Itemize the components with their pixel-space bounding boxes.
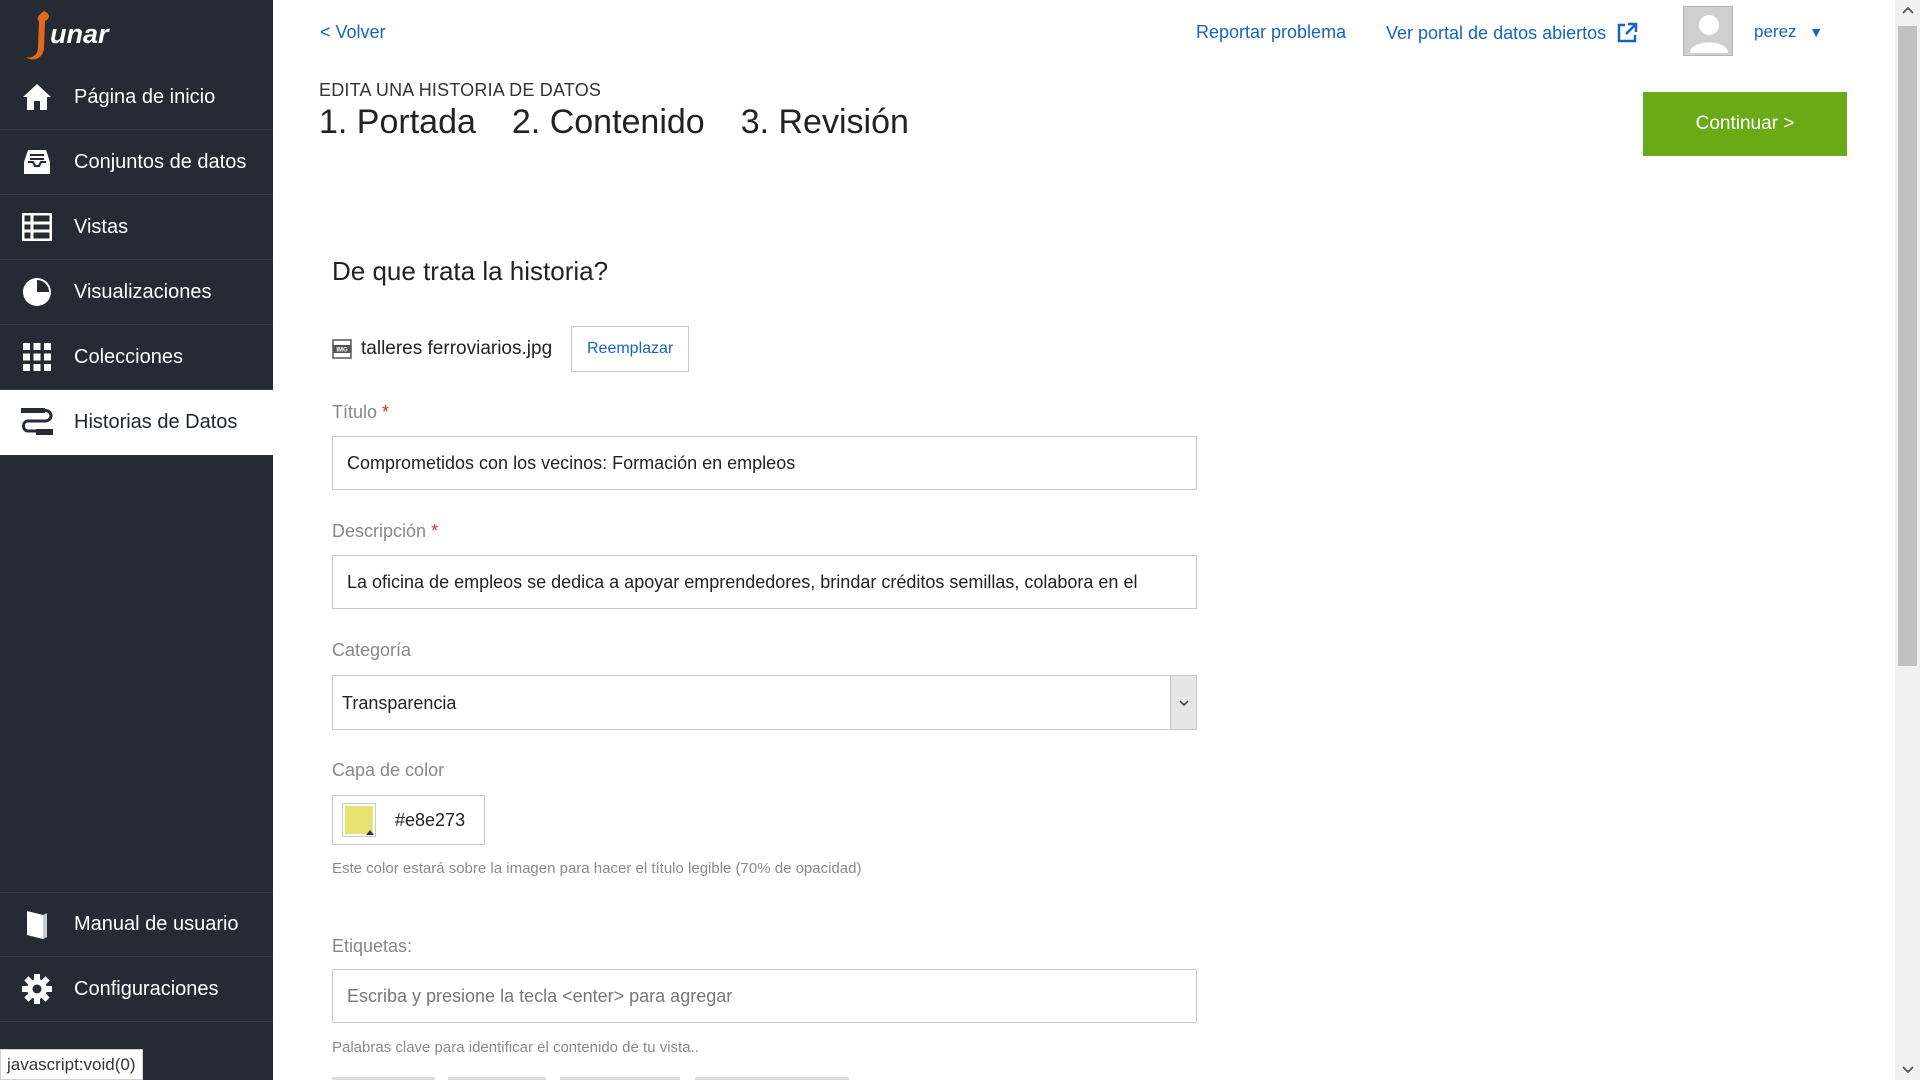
pie-chart-icon: [20, 275, 54, 309]
sidebar-item-visualizaciones[interactable]: Visualizaciones: [0, 260, 273, 325]
open-data-portal-link[interactable]: Ver portal de datos abiertos: [1386, 22, 1638, 44]
sidebar-item-label: Visualizaciones: [74, 280, 212, 303]
home-icon: [20, 80, 54, 114]
user-menu[interactable]: perez ▼: [1754, 22, 1823, 42]
table-icon: [20, 210, 54, 244]
avatar[interactable]: [1683, 6, 1733, 56]
svg-text:IMG: IMG: [336, 348, 348, 354]
scroll-up-icon[interactable]: [1895, 0, 1920, 20]
sidebar-item-vistas[interactable]: Vistas: [0, 195, 273, 260]
color-help-text: Este color estará sobre la imagen para h…: [332, 860, 862, 877]
status-bar-url: javascript:void(0): [0, 1049, 143, 1080]
continue-button[interactable]: Continuar >: [1643, 92, 1847, 156]
sidebar-item-label: Historias de Datos: [74, 410, 238, 433]
step-portada[interactable]: 1. Portada: [319, 103, 476, 142]
sidebar-bottom: Manual de usuario Configuraciones: [0, 892, 273, 1022]
description-label: Descripción *: [332, 521, 438, 542]
description-input-value: La oficina de empleos se dedica a apoyar…: [347, 571, 1138, 592]
replace-image-button[interactable]: Reemplazar: [571, 326, 690, 372]
title-input[interactable]: Comprometidos con los vecinos: Formación…: [332, 436, 1197, 490]
wizard-steps: 1. Portada 2. Contenido 3. Revisión: [319, 103, 909, 142]
color-swatch[interactable]: [342, 803, 376, 837]
color-hex-value: #e8e273: [395, 809, 466, 830]
sidebar-item-label: Manual de usuario: [74, 913, 239, 935]
title-label-text: Título: [332, 402, 378, 422]
sidebar-item-conjuntos[interactable]: Conjuntos de datos: [0, 130, 273, 195]
color-picker[interactable]: #e8e273: [332, 795, 485, 845]
title-input-value: Comprometidos con los vecinos: Formación…: [347, 452, 796, 473]
open-data-portal-label: Ver portal de datos abiertos: [1386, 22, 1607, 43]
sidebar-item-label: Conjuntos de datos: [74, 150, 247, 173]
tags-label: Etiquetas:: [332, 936, 413, 956]
grid-icon: [20, 340, 54, 374]
report-problem-link[interactable]: Reportar problema: [1196, 22, 1346, 43]
username: perez: [1754, 22, 1797, 41]
sidebar-item-label: Vistas: [74, 215, 129, 238]
scroll-down-icon[interactable]: [1895, 1060, 1920, 1080]
book-icon: [20, 908, 54, 942]
tags-input[interactable]: Escriba y presione la tecla <enter> para…: [332, 969, 1197, 1023]
tags-input-placeholder: Escriba y presione la tecla <enter> para…: [347, 985, 733, 1006]
category-selected-value: Transparencia: [342, 693, 457, 713]
caret-down-icon: ▼: [1809, 24, 1824, 40]
title-label: Título *: [332, 402, 389, 423]
sidebar-item-manual[interactable]: Manual de usuario: [0, 892, 273, 957]
cover-image-row: IMG talleres ferroviarios.jpg Reemplazar: [332, 326, 690, 372]
scrollbar-thumb[interactable]: [1898, 26, 1917, 666]
sidebar-item-label: Configuraciones: [74, 977, 219, 1000]
svg-text:unar: unar: [50, 19, 110, 49]
external-link-icon: [1616, 22, 1638, 44]
inbox-icon: [20, 145, 54, 179]
required-mark: *: [382, 402, 390, 422]
section-title: De que trata la historia?: [332, 256, 609, 286]
sidebar: unar Página de inicio Conjuntos de datos…: [0, 0, 273, 1080]
page-kicker: EDITA UNA HISTORIA DE DATOS: [319, 80, 602, 100]
back-link[interactable]: < Volver: [320, 22, 386, 43]
description-label-text: Descripción: [332, 521, 427, 541]
sidebar-item-configuraciones[interactable]: Configuraciones: [0, 957, 273, 1022]
category-label: Categoría: [332, 640, 412, 660]
required-mark: *: [431, 521, 439, 541]
step-revision[interactable]: 3. Revisión: [741, 103, 909, 142]
sidebar-item-inicio[interactable]: Página de inicio: [0, 65, 273, 130]
sidebar-item-colecciones[interactable]: Colecciones: [0, 325, 273, 390]
category-select[interactable]: Transparencia: [332, 675, 1197, 730]
tags-help-text: Palabras clave para identificar el conte…: [332, 1039, 699, 1056]
caret-icon: [366, 830, 374, 835]
color-layer-label: Capa de color: [332, 760, 445, 780]
gear-icon: [20, 972, 54, 1006]
sidebar-item-historias[interactable]: Historias de Datos: [0, 390, 273, 455]
junar-logo[interactable]: unar: [0, 0, 273, 65]
scrollbar[interactable]: [1895, 0, 1920, 1080]
chevron-down-icon[interactable]: [1170, 676, 1196, 729]
sidebar-item-label: Colecciones: [74, 345, 183, 368]
sidebar-item-label: Página de inicio: [74, 85, 216, 108]
step-contenido[interactable]: 2. Contenido: [512, 103, 705, 142]
story-icon: [20, 405, 54, 439]
description-input[interactable]: La oficina de empleos se dedica a apoyar…: [332, 555, 1197, 609]
cover-image-filename: talleres ferroviarios.jpg: [361, 338, 553, 359]
image-file-icon: IMG: [332, 339, 352, 359]
